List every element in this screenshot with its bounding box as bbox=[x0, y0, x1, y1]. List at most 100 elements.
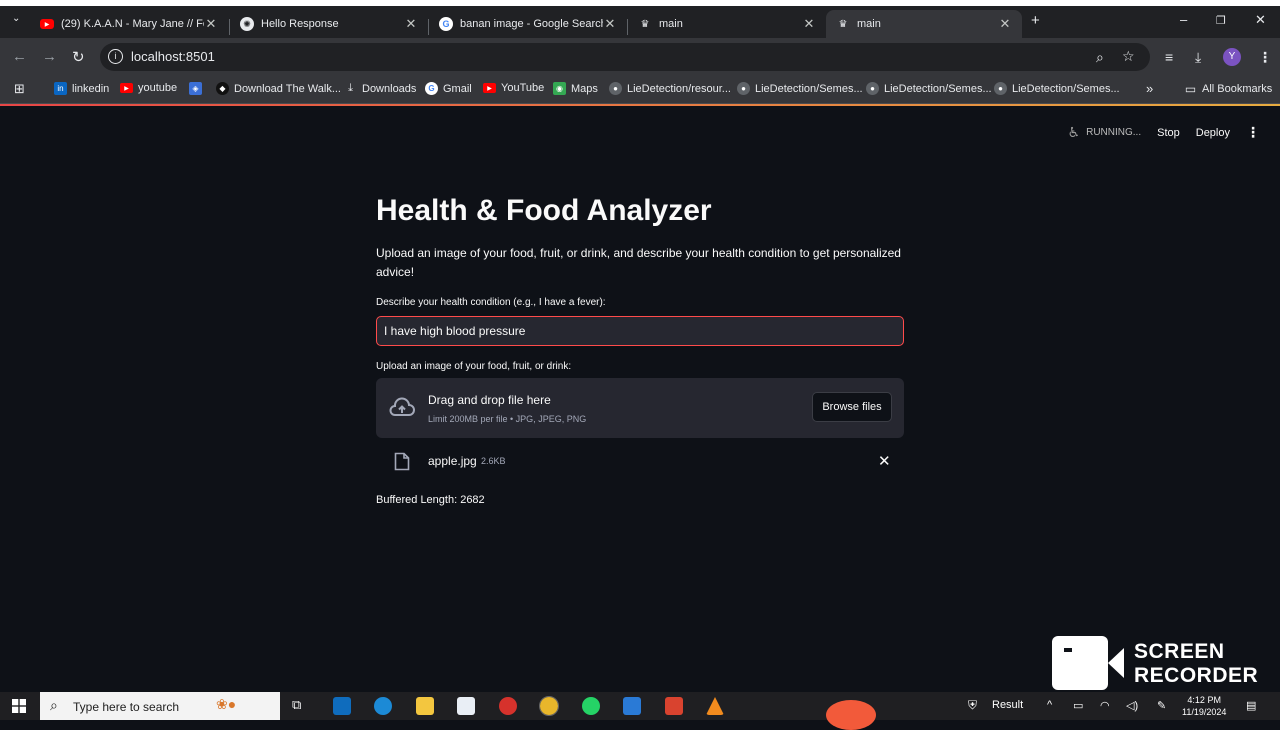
dropzone-limit: Limit 200MB per file • JPG, JPEG, PNG bbox=[428, 414, 587, 424]
tab-main-active[interactable]: ♛ main ✕ bbox=[826, 10, 1022, 38]
chatgpt-icon: ✺ bbox=[240, 17, 254, 31]
close-icon[interactable]: ✕ bbox=[802, 16, 816, 32]
new-tab-plus-icon[interactable]: + bbox=[1031, 12, 1040, 29]
bookmark-liedetection-1[interactable]: ● LieDetection/resour... bbox=[609, 82, 731, 95]
dropzone-title: Drag and drop file here bbox=[428, 393, 551, 407]
video-camera-icon bbox=[1052, 636, 1108, 690]
recorder-app-icon[interactable] bbox=[665, 697, 683, 715]
stop-button[interactable]: Stop bbox=[1157, 127, 1180, 139]
all-bookmarks[interactable]: ▭ All Bookmarks bbox=[1184, 81, 1272, 96]
minimize-icon[interactable]: – bbox=[1180, 12, 1187, 27]
bookmark-linkedin[interactable]: in linkedin bbox=[54, 82, 109, 95]
tab-search-chevron-icon[interactable]: ⌄ bbox=[12, 13, 20, 24]
window-close-icon[interactable]: ✕ bbox=[1255, 12, 1266, 28]
bookmark-download-walk[interactable]: ◆ Download The Walk... bbox=[216, 82, 341, 95]
google-icon: G bbox=[439, 17, 453, 31]
linkedin-icon: in bbox=[54, 82, 67, 95]
file-explorer-icon[interactable] bbox=[416, 697, 434, 715]
file-icon bbox=[394, 452, 410, 471]
notifications-icon[interactable]: ▤ bbox=[1246, 699, 1256, 712]
close-icon[interactable]: ✕ bbox=[404, 16, 418, 32]
result-label[interactable]: Result bbox=[992, 699, 1023, 711]
pumpkin-icon: ❀● bbox=[216, 696, 237, 712]
running-status: ♿ RUNNING... bbox=[1067, 124, 1142, 140]
profile-avatar[interactable]: Y bbox=[1223, 48, 1241, 66]
bookmarks-bar: ⊞ in linkedin ▶ youtube ◈ ◆ Download The… bbox=[0, 76, 1280, 104]
app-red-icon[interactable] bbox=[499, 697, 517, 715]
github-icon: ● bbox=[866, 82, 879, 95]
edge-icon[interactable] bbox=[374, 697, 392, 715]
cloud-upload-icon bbox=[389, 397, 415, 416]
wifi-icon[interactable]: ◠ bbox=[1100, 699, 1110, 712]
app-header: ♿ RUNNING... Stop Deploy ⋮ bbox=[1068, 124, 1260, 141]
back-arrow-icon[interactable]: ← bbox=[12, 48, 27, 65]
browser-menu-icon[interactable]: ⋮ bbox=[1258, 49, 1272, 66]
reload-icon[interactable]: ↻ bbox=[72, 48, 85, 66]
page-description: Upload an image of your food, fruit, or … bbox=[376, 246, 901, 279]
bookmark-maps[interactable]: ◉ Maps bbox=[553, 82, 598, 95]
maps-icon: ◉ bbox=[553, 82, 566, 95]
orange-recording-blob bbox=[826, 700, 876, 730]
apps-grid-icon[interactable]: ⊞ bbox=[14, 81, 25, 97]
streamlit-icon: ♛ bbox=[838, 18, 848, 30]
folder-icon: ▭ bbox=[1184, 81, 1197, 96]
bookmark-downloads[interactable]: ⤓ Downloads bbox=[344, 82, 416, 95]
tab-hello-response[interactable]: ✺ Hello Response ✕ bbox=[230, 10, 428, 38]
tab-main-1[interactable]: ♛ main ✕ bbox=[628, 10, 826, 38]
health-condition-input[interactable]: I have high blood pressure bbox=[376, 316, 904, 346]
download-icon[interactable]: ⤓ bbox=[1195, 49, 1201, 66]
remove-file-close-icon[interactable]: ✕ bbox=[878, 452, 891, 470]
streamlit-icon: ♛ bbox=[640, 18, 650, 30]
main-menu-icon[interactable]: ⋮ bbox=[1246, 124, 1260, 141]
tab-google-search[interactable]: G banan image - Google Search ✕ bbox=[429, 10, 627, 38]
store-icon[interactable] bbox=[457, 697, 475, 715]
bookmark-youtube-2[interactable]: ▶ YouTube bbox=[483, 82, 544, 94]
battery-icon[interactable]: ▭ bbox=[1073, 699, 1083, 712]
address-bar[interactable]: i localhost:8501 ⌕ ☆ bbox=[100, 43, 1150, 71]
whatsapp-icon[interactable] bbox=[582, 697, 600, 715]
download-icon: ⤓ bbox=[348, 82, 353, 94]
chrome-icon[interactable] bbox=[539, 696, 559, 716]
volume-icon[interactable]: ◁) bbox=[1126, 699, 1138, 712]
close-icon[interactable]: ✕ bbox=[603, 16, 617, 32]
file-size: 2.6KB bbox=[481, 456, 506, 466]
more-bookmarks-chevron-icon[interactable]: » bbox=[1146, 81, 1153, 96]
file-name: apple.jpg bbox=[428, 454, 477, 468]
restore-icon[interactable]: ❐ bbox=[1216, 14, 1226, 27]
deploy-button[interactable]: Deploy bbox=[1196, 127, 1230, 139]
outlook-icon[interactable] bbox=[333, 697, 351, 715]
taskbar-search[interactable]: ⌕ Type here to search ❀● bbox=[40, 692, 280, 720]
browse-files-button[interactable]: Browse files bbox=[812, 392, 892, 422]
bookmark-liedetection-4[interactable]: ● LieDetection/Semes... bbox=[994, 82, 1120, 95]
site-info-icon[interactable]: i bbox=[108, 49, 123, 64]
github-icon: ● bbox=[609, 82, 622, 95]
bookmark-star-icon[interactable]: ☆ bbox=[1122, 48, 1135, 65]
screen-recorder-watermark: SCREEN RECORDER bbox=[1052, 636, 1272, 692]
bookmark-cube[interactable]: ◈ bbox=[189, 82, 207, 95]
bookmark-liedetection-3[interactable]: ● LieDetection/Semes... bbox=[866, 82, 992, 95]
task-view-icon[interactable]: ⧉ bbox=[292, 697, 301, 713]
uploaded-file-item: apple.jpg 2.6KB ✕ bbox=[376, 448, 904, 474]
google-icon: G bbox=[425, 82, 438, 95]
taskbar-clock[interactable]: 4:12 PM 11/19/2024 bbox=[1182, 694, 1226, 718]
vscode-icon[interactable] bbox=[623, 697, 641, 715]
bookmark-youtube[interactable]: ▶ youtube bbox=[120, 82, 177, 94]
windows-start-icon[interactable] bbox=[12, 699, 26, 713]
bookmark-liedetection-2[interactable]: ● LieDetection/Semes... bbox=[737, 82, 863, 95]
forward-arrow-icon[interactable]: → bbox=[42, 48, 57, 65]
shield-icon: ◆ bbox=[216, 82, 229, 95]
pen-icon[interactable]: ✎ bbox=[1157, 699, 1166, 712]
media-queue-icon[interactable]: ≡ bbox=[1165, 49, 1173, 65]
close-icon[interactable]: ✕ bbox=[998, 16, 1012, 32]
search-icon: ⌕ bbox=[50, 697, 58, 713]
github-icon: ● bbox=[994, 82, 1007, 95]
vlc-icon[interactable] bbox=[706, 697, 724, 715]
file-dropzone[interactable]: Drag and drop file here Limit 200MB per … bbox=[376, 378, 904, 438]
github-icon: ● bbox=[737, 82, 750, 95]
tab-youtube[interactable]: ▶ (29) K.A.A.N - Mary Jane // For t ✕ bbox=[30, 10, 228, 38]
buffered-length-text: Buffered Length: 2682 bbox=[376, 494, 485, 506]
tray-chevron-icon[interactable]: ^ bbox=[1047, 699, 1052, 711]
close-icon[interactable]: ✕ bbox=[204, 16, 218, 32]
bookmark-gmail[interactable]: G Gmail bbox=[425, 82, 472, 95]
zoom-icon[interactable]: ⌕ bbox=[1096, 49, 1104, 66]
